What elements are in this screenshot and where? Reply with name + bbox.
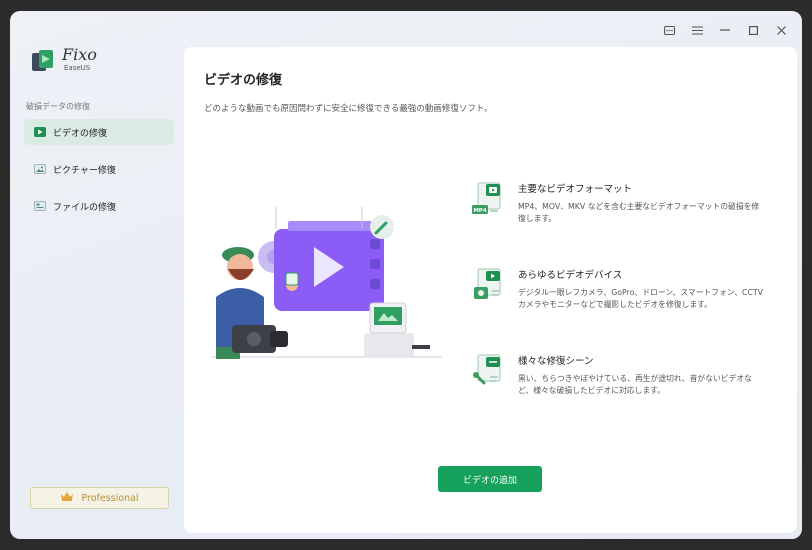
professional-label: Professional <box>81 492 139 504</box>
sidebar-item-picture-repair[interactable]: ピクチャー修復 <box>24 156 174 182</box>
picture-icon <box>34 164 46 174</box>
app-vendor: EaseUS <box>64 64 91 72</box>
app-logo: Fixo EaseUS <box>30 47 97 73</box>
add-video-button[interactable]: ビデオの追加 <box>438 466 542 492</box>
sidebar-item-label: ビデオの修復 <box>53 128 108 139</box>
crown-icon <box>60 491 74 505</box>
window-controls <box>662 23 788 37</box>
app-name: Fixo <box>62 45 97 64</box>
sidebar: Fixo EaseUS 破損データの修復 ビデオの修復 ピクチャー修復 ファイル… <box>10 11 182 539</box>
feature-title: 様々な修復シーン <box>518 356 594 367</box>
feature-title: 主要なビデオフォーマット <box>518 184 633 195</box>
fixo-logo-icon <box>30 47 56 73</box>
menu-icon[interactable] <box>690 23 704 37</box>
feature-description: 黒い、ちらつきやぼやけている、再生が途切れ、音がないビデオなど、様々な破損したビ… <box>518 374 752 395</box>
video-format-icon: MP4 <box>472 181 506 217</box>
app-window: Fixo EaseUS 破損データの修復 ビデオの修復 ピクチャー修復 ファイル… <box>10 11 802 539</box>
sidebar-item-label: ファイルの修復 <box>53 202 117 213</box>
mp4-badge-text: MP4 <box>473 208 487 214</box>
sidebar-section-label: 破損データの修復 <box>26 102 90 111</box>
video-device-icon <box>472 267 506 303</box>
feature-description: デジタル一眼レフカメラ、GoPro、ドローン、スマートフォン、CCTVカメラやモ… <box>518 288 764 309</box>
file-icon <box>34 201 46 211</box>
main-panel: ビデオの修復 どのような動画でも原因問わずに安全に修復できる最強の動画修復ソフト… <box>184 47 797 533</box>
maximize-icon[interactable] <box>746 23 760 37</box>
professional-button[interactable]: Professional <box>30 487 169 509</box>
close-icon[interactable] <box>774 23 788 37</box>
sidebar-nav: ビデオの修復 ピクチャー修復 ファイルの修復 <box>24 119 174 230</box>
feature-description: MP4、MOV、MKV などを含む主要なビデオフォーマットの破損を修復します。 <box>518 202 760 223</box>
page-subtitle: どのような動画でも原因問わずに安全に修復できる最強の動画修復ソフト。 <box>204 104 493 114</box>
repair-scene-icon <box>472 353 506 389</box>
minimize-icon[interactable] <box>718 23 732 37</box>
feedback-icon[interactable] <box>662 23 676 37</box>
sidebar-item-file-repair[interactable]: ファイルの修復 <box>24 193 174 219</box>
sidebar-item-label: ピクチャー修復 <box>53 165 116 176</box>
video-icon <box>34 127 46 137</box>
video-repair-illustration <box>202 207 442 372</box>
feature-title: あらゆるビデオデバイス <box>518 270 623 281</box>
page-title: ビデオの修復 <box>204 73 283 88</box>
sidebar-item-video-repair[interactable]: ビデオの修復 <box>24 119 174 145</box>
